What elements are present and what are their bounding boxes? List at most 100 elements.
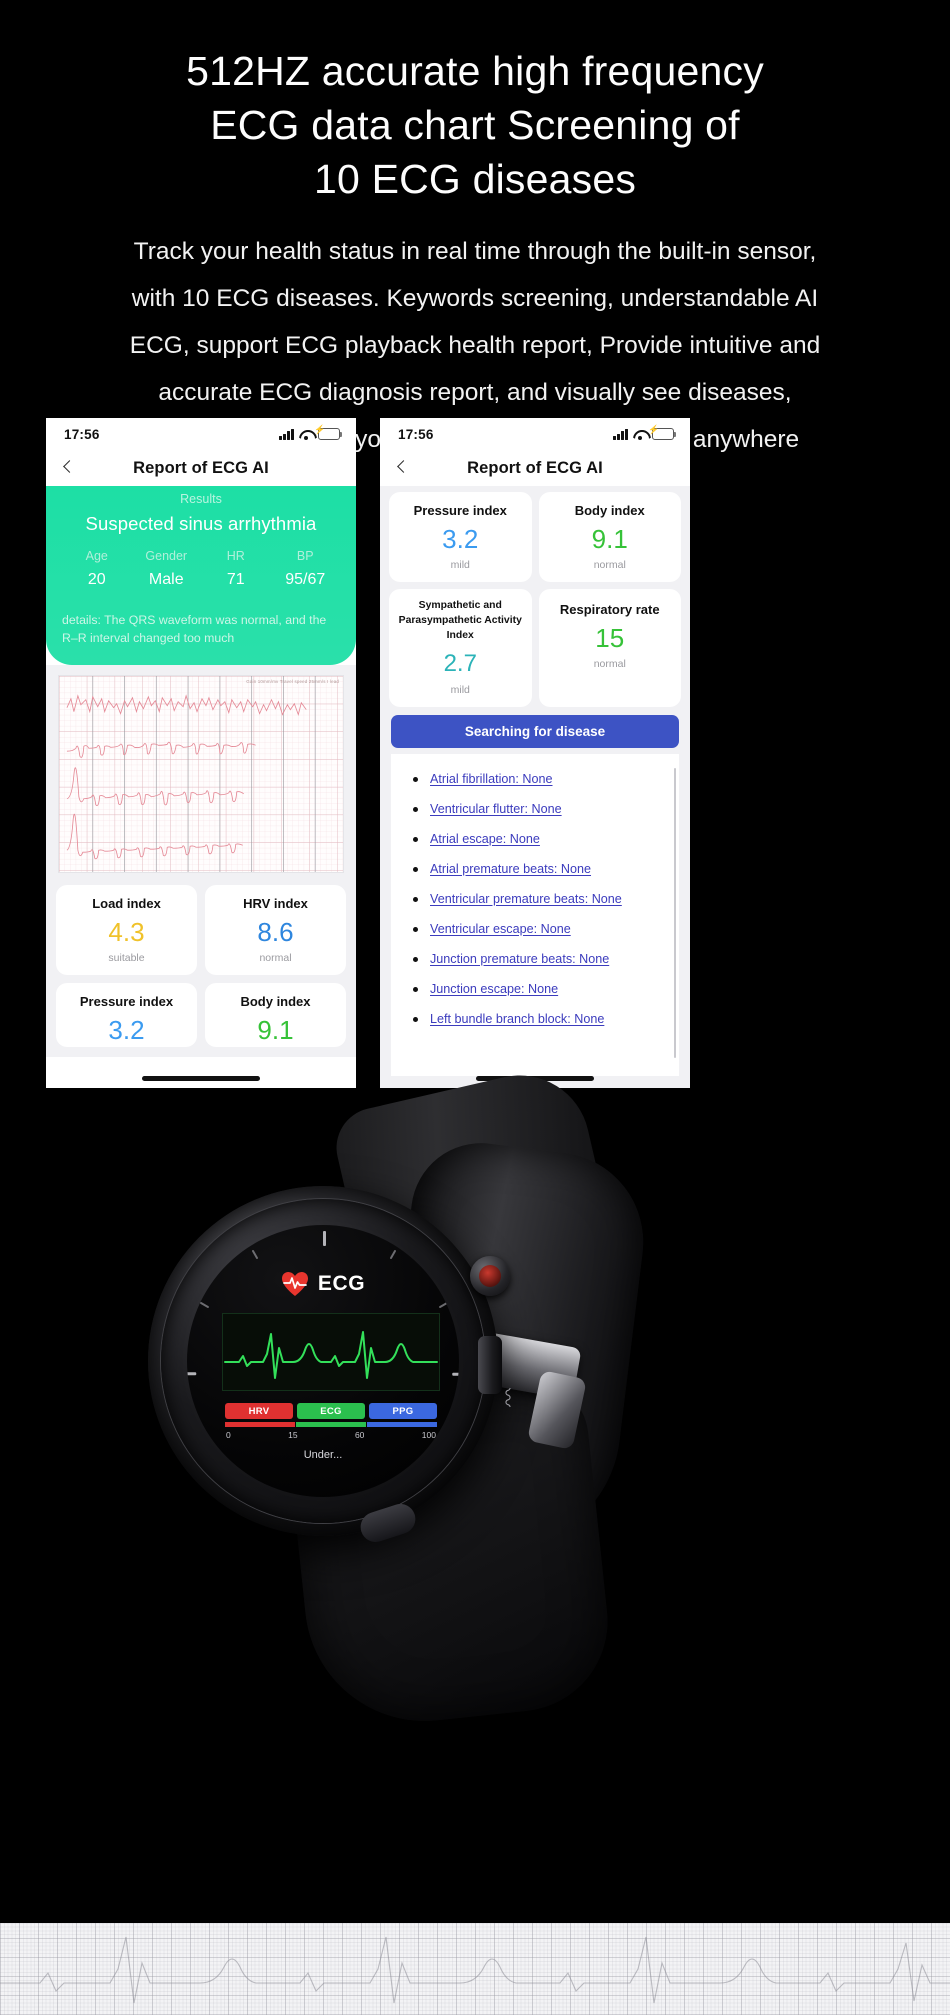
vital-label: HR xyxy=(226,549,245,563)
card-title: Body index xyxy=(574,503,645,518)
headline-line-2: ECG data chart Screening of xyxy=(210,102,740,148)
bezel-tick xyxy=(199,1301,210,1309)
searching-for-disease-button[interactable]: Searching for disease xyxy=(391,715,679,748)
list-item[interactable]: Junction premature beats: None xyxy=(391,944,679,974)
wifi-icon xyxy=(299,429,313,440)
list-item[interactable]: Left bundle branch block: None xyxy=(391,1004,679,1034)
watch-side-button[interactable] xyxy=(478,1336,502,1394)
index-card-body[interactable]: Body index 9.1 normal xyxy=(538,492,681,582)
bezel-tick xyxy=(323,1231,326,1246)
nav-bar-left: Report of ECG AI xyxy=(46,450,356,486)
vital-gender: Gender Male xyxy=(132,549,202,589)
index-card-pressure[interactable]: Pressure index 3.2 mild xyxy=(389,492,532,582)
cellular-signal-icon xyxy=(613,428,628,440)
chevron-left-icon[interactable] xyxy=(62,459,73,477)
vital-bp: BP 95/67 xyxy=(271,549,341,589)
disease-link[interactable]: Atrial premature beats: None xyxy=(430,861,591,877)
ecg-waveform-chart[interactable]: Gain 10mm/mv Travel speed 25mm/s I lead xyxy=(58,675,344,873)
bullet-icon xyxy=(413,807,418,812)
disease-link[interactable]: Ventricular flutter: None xyxy=(430,801,562,817)
index-card-grid-right: Pressure index 3.2 mild Body index 9.1 n… xyxy=(389,492,681,707)
card-value: 8.6 xyxy=(257,917,294,947)
chevron-left-icon[interactable] xyxy=(396,459,407,477)
legend-bar-ecg xyxy=(296,1422,366,1427)
status-bar-right: 17:56 ⚡ xyxy=(380,418,690,450)
smartwatch-product-photo: ECG HRV ECG PPG 0 15 60 100 Under... 〰 xyxy=(0,1061,950,1928)
list-item[interactable]: Atrial escape: None xyxy=(391,824,679,854)
card-value: 15 xyxy=(595,623,625,653)
bezel-tick xyxy=(452,1372,459,1376)
index-card-hrv[interactable]: HRV index 8.6 normal xyxy=(205,885,346,975)
card-status: mild xyxy=(450,559,470,571)
scale-tick-100: 100 xyxy=(421,1430,436,1440)
legend-bar-hrv xyxy=(225,1422,295,1427)
legend-chip-ecg: ECG xyxy=(297,1403,365,1419)
legend-bars xyxy=(225,1422,437,1427)
index-card-body[interactable]: Body index 9.1 xyxy=(205,983,346,1047)
disease-link[interactable]: Atrial fibrillation: None xyxy=(430,771,553,787)
watch-screen[interactable]: ECG HRV ECG PPG 0 15 60 100 Under... xyxy=(187,1225,459,1497)
disease-link[interactable]: Junction escape: None xyxy=(430,981,558,997)
card-value: 4.3 xyxy=(108,917,145,947)
list-item[interactable]: Atrial fibrillation: None xyxy=(391,764,679,794)
list-item[interactable]: Ventricular flutter: None xyxy=(391,794,679,824)
card-value: 2.7 xyxy=(443,650,477,677)
details-line-2: R–R interval changed too much xyxy=(62,631,235,645)
diagnosis-details: details: The QRS waveform was normal, an… xyxy=(62,611,340,647)
vital-value: 95/67 xyxy=(285,571,326,588)
ecg-paper-footer xyxy=(0,1923,950,2015)
card-status: mild xyxy=(450,684,470,696)
details-line-1: details: The QRS waveform was normal, an… xyxy=(62,613,327,627)
vital-value: 71 xyxy=(226,571,245,588)
battery-charging-icon: ⚡ xyxy=(314,425,342,440)
card-value: 3.2 xyxy=(442,524,479,554)
index-card-respiratory[interactable]: Respiratory rate 15 normal xyxy=(538,589,681,707)
phone-screenshots: 17:56 ⚡ Report of ECG AI Results Suspect… xyxy=(0,418,950,1090)
nav-bar-right: Report of ECG AI xyxy=(380,450,690,486)
disease-link[interactable]: Ventricular premature beats: None xyxy=(430,891,622,907)
index-card-pressure[interactable]: Pressure index 3.2 xyxy=(56,983,197,1047)
vital-label: BP xyxy=(296,549,314,563)
ecg-trace-svg xyxy=(59,676,343,872)
phone-left: 17:56 ⚡ Report of ECG AI Results Suspect… xyxy=(46,418,356,1088)
headline-line-1: 512HZ accurate high frequency xyxy=(186,48,764,94)
vitals-row: Age 20 Gender Male HR 71 BP 95/67 xyxy=(62,549,340,589)
list-item[interactable]: Atrial premature beats: None xyxy=(391,854,679,884)
vital-value: Male xyxy=(148,571,184,588)
heart-pulse-icon xyxy=(281,1271,309,1297)
status-time: 17:56 xyxy=(64,426,100,442)
battery-charging-icon: ⚡ xyxy=(648,425,676,440)
index-card-load[interactable]: Load index 4.3 suitable xyxy=(56,885,197,975)
card-status: normal xyxy=(259,952,292,964)
list-item[interactable]: Ventricular escape: None xyxy=(391,914,679,944)
watch-ecg-header: ECG xyxy=(187,1271,459,1297)
vital-hr: HR 71 xyxy=(201,549,271,589)
scale-tick-0: 0 xyxy=(226,1430,231,1440)
results-kicker: Results xyxy=(180,492,222,506)
vital-age: Age 20 xyxy=(62,549,132,589)
disease-link[interactable]: Junction premature beats: None xyxy=(430,951,609,967)
index-card-grid-left: Load index 4.3 suitable HRV index 8.6 no… xyxy=(46,881,356,1057)
disease-link[interactable]: Left bundle branch block: None xyxy=(430,1011,604,1027)
list-item[interactable]: Junction escape: None xyxy=(391,974,679,1004)
watch-crown-button[interactable] xyxy=(470,1256,510,1296)
watch-side-glyph-icon: 〰 xyxy=(496,1387,518,1406)
disease-link[interactable]: Atrial escape: None xyxy=(430,831,540,847)
vital-value: 20 xyxy=(87,571,106,588)
card-status: normal xyxy=(593,658,626,670)
legend-chip-ppg: PPG xyxy=(369,1403,437,1419)
disease-list: Atrial fibrillation: None Ventricular fl… xyxy=(391,754,679,1076)
list-item[interactable]: Ventricular premature beats: None xyxy=(391,884,679,914)
bullet-icon xyxy=(413,777,418,782)
cellular-signal-icon xyxy=(279,428,294,440)
vital-label: Age xyxy=(85,549,108,563)
watch-status-text: Under... xyxy=(303,1449,343,1461)
disease-link[interactable]: Ventricular escape: None xyxy=(430,921,571,937)
phone-right: 17:56 ⚡ Report of ECG AI Pressure index … xyxy=(380,418,690,1088)
right-phone-body: Pressure index 3.2 mild Body index 9.1 n… xyxy=(380,486,690,1088)
scrollbar[interactable] xyxy=(673,768,676,1058)
index-card-sympathetic[interactable]: Sympathetic and Parasympathetic Activity… xyxy=(389,589,532,707)
card-status: normal xyxy=(593,559,626,571)
bezel-tick xyxy=(199,1439,210,1447)
headline-line-3: 10 ECG diseases xyxy=(313,156,637,202)
